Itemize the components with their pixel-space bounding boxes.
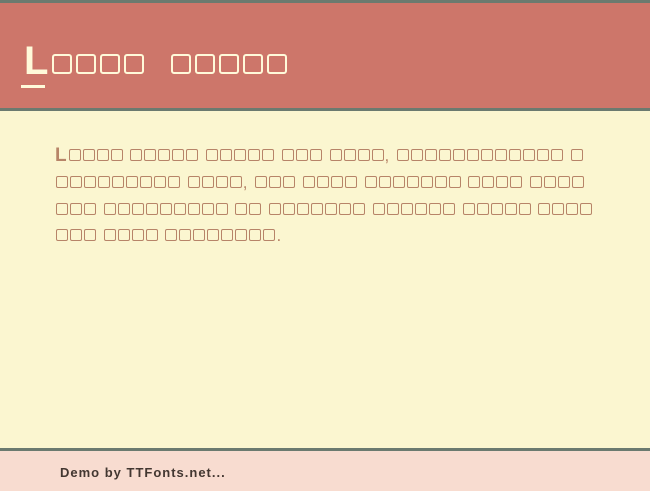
page-title: L [24, 39, 626, 84]
footer: Demo by TTFonts.net... [0, 451, 650, 491]
header: L [0, 0, 650, 108]
title-placeholder-boxes [50, 44, 289, 82]
body-first-letter: L [55, 145, 68, 166]
body-section: L , , . [0, 108, 650, 451]
title-first-letter: L [24, 39, 50, 84]
body-text: L , , . [55, 141, 595, 249]
footer-text: Demo by TTFonts.net... [60, 465, 590, 480]
body-placeholder-boxes: , , . [55, 146, 593, 245]
